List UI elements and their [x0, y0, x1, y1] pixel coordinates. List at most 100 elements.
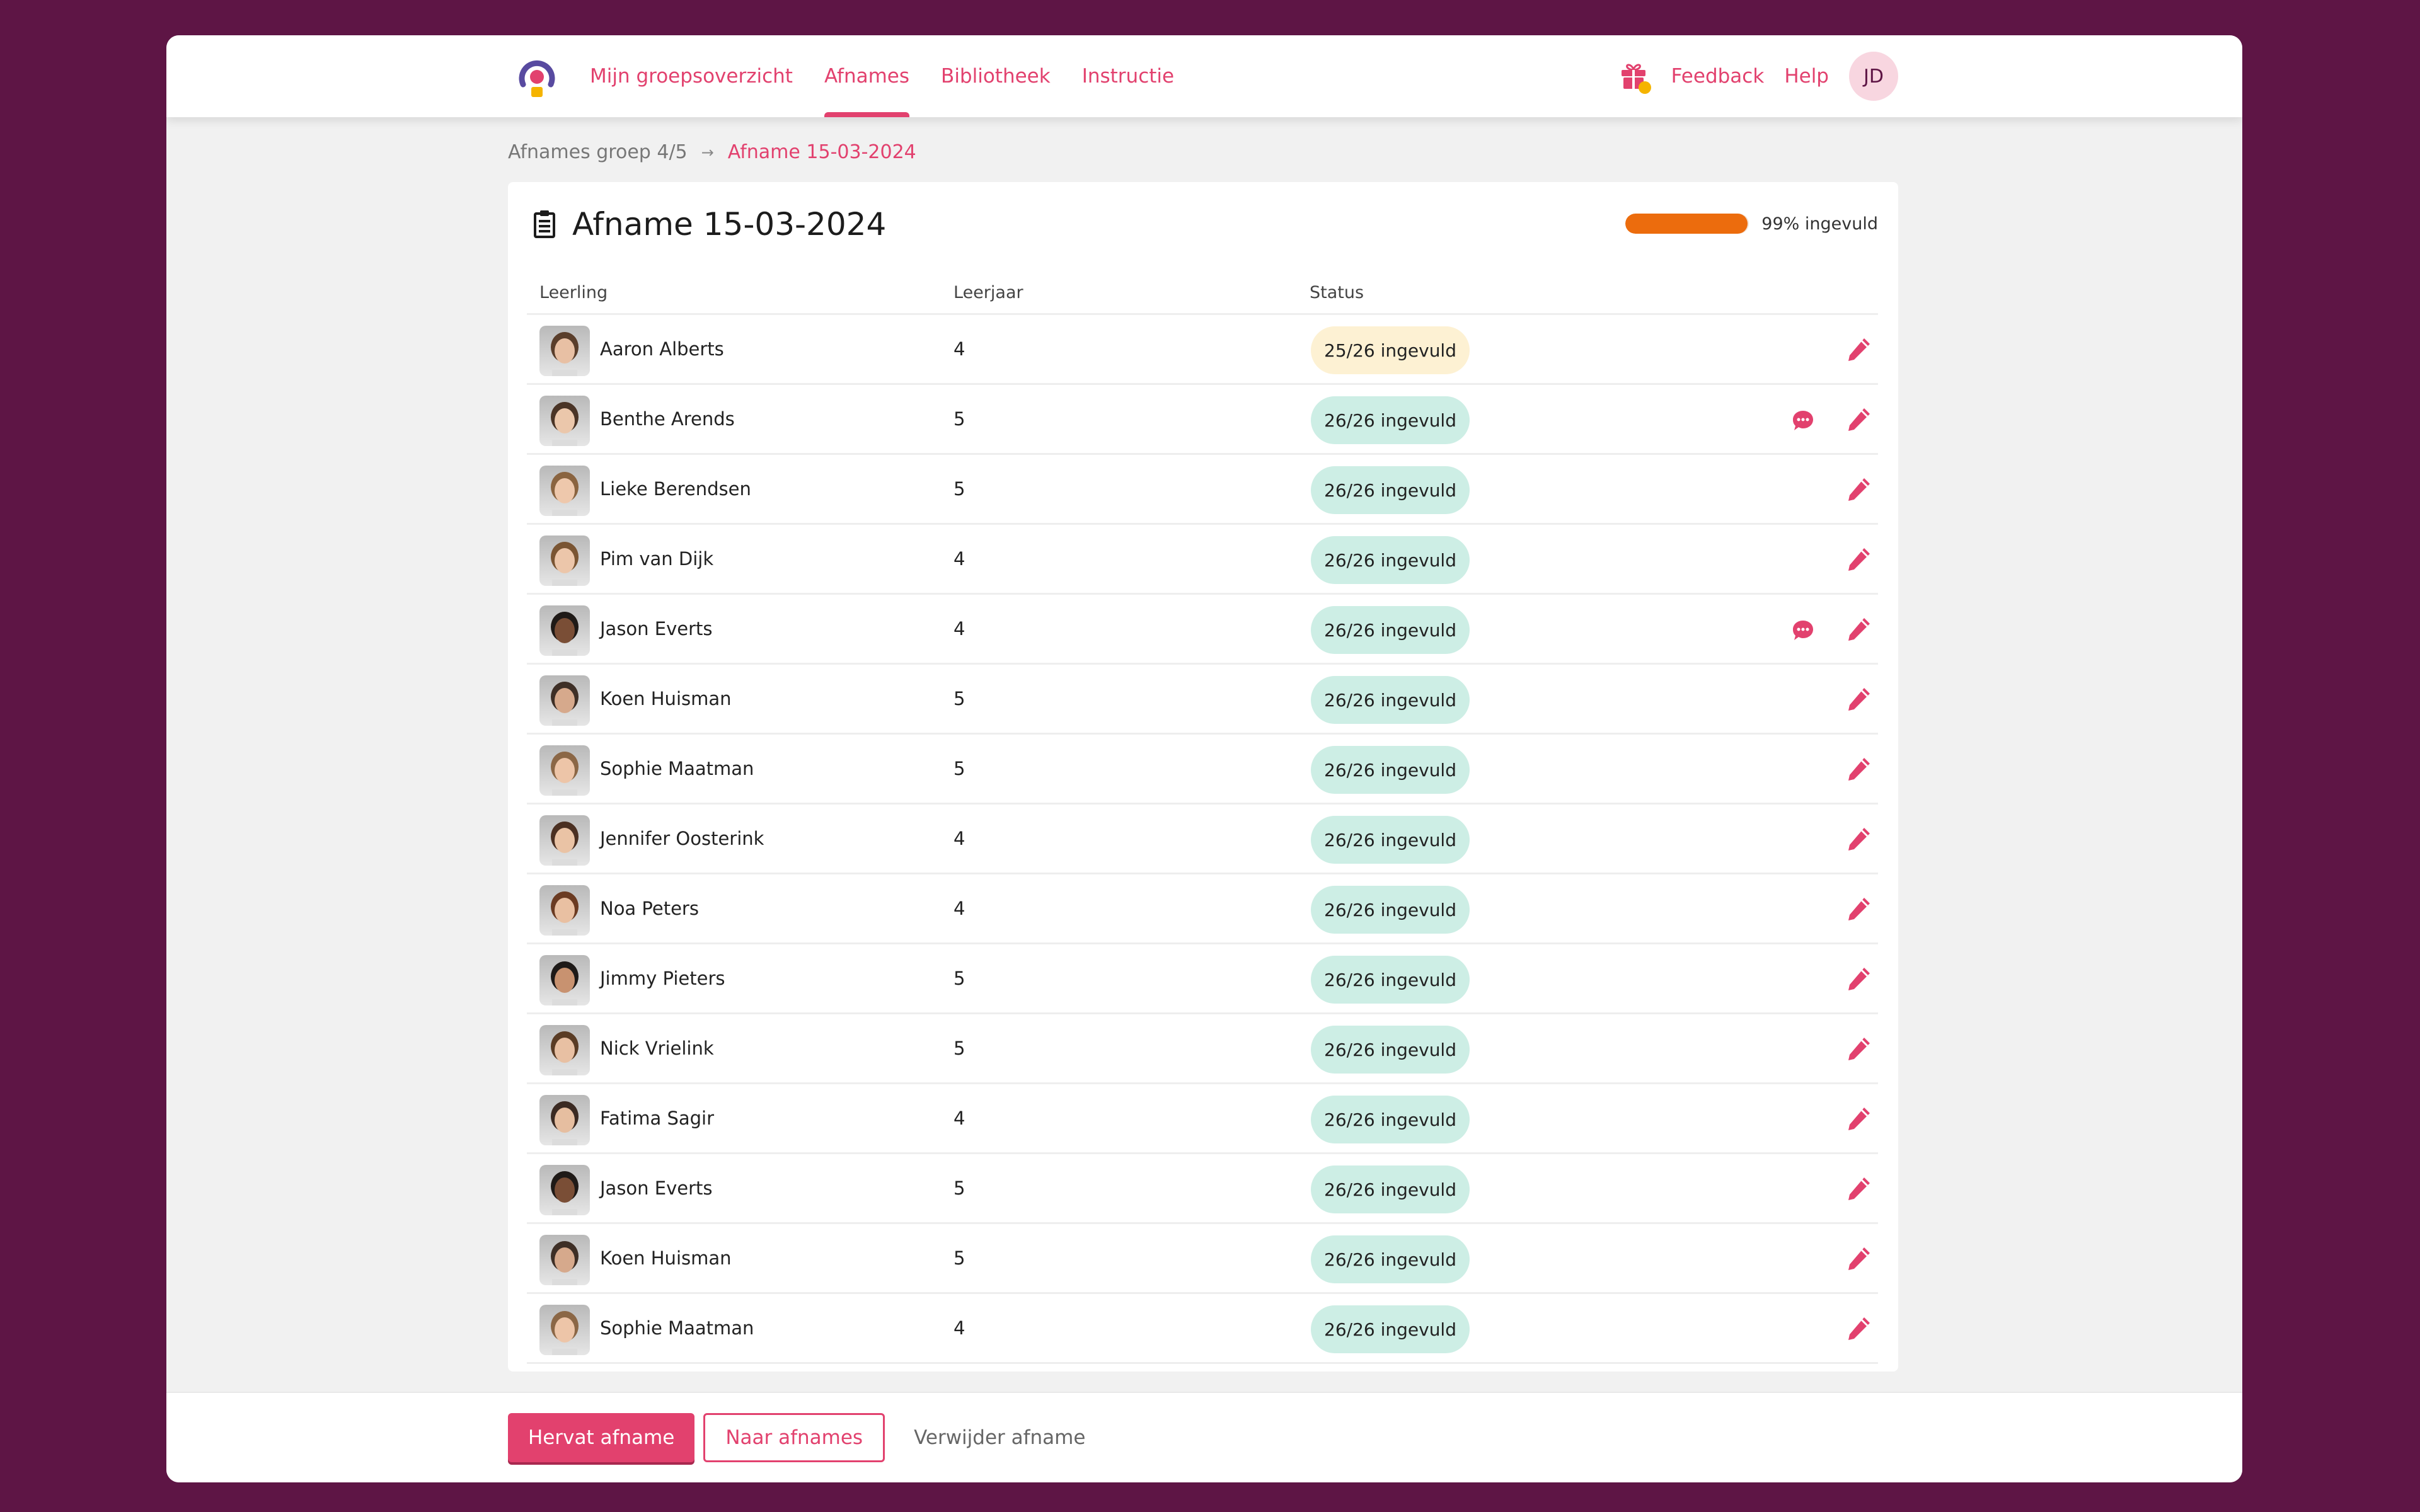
student-year: 5 — [954, 1038, 965, 1059]
student-name: Jason Everts — [600, 1177, 713, 1199]
completion-progress: 99% ingevuld — [1625, 214, 1878, 234]
student-photo — [539, 1165, 590, 1215]
table-row[interactable]: Koen Huisman 5 26/26 ingevuld — [527, 1224, 1878, 1294]
edit-pencil-icon[interactable] — [1845, 616, 1872, 643]
student-photo — [539, 605, 590, 656]
nav-instructie[interactable]: Instructie — [1082, 35, 1174, 117]
student-name: Jason Everts — [600, 618, 713, 639]
status-badge: 26/26 ingevuld — [1311, 676, 1470, 724]
student-year: 5 — [954, 1247, 965, 1269]
user-avatar[interactable]: JD — [1849, 52, 1898, 101]
students-table: Leerling Leerjaar Status Aaron Alberts 4… — [527, 272, 1878, 1364]
nav-afnames[interactable]: Afnames — [824, 35, 910, 117]
table-row[interactable]: Jason Everts 4 26/26 ingevuld — [527, 595, 1878, 665]
column-header-leerjaar: Leerjaar — [954, 282, 1023, 302]
table-row[interactable]: Jason Everts 5 26/26 ingevuld — [527, 1154, 1878, 1224]
edit-pencil-icon[interactable] — [1845, 1106, 1872, 1132]
student-photo — [539, 885, 590, 936]
edit-pencil-icon[interactable] — [1845, 1315, 1872, 1342]
progress-label: 99% ingevuld — [1761, 214, 1878, 234]
student-year: 5 — [954, 968, 965, 989]
student-year: 5 — [954, 1177, 965, 1199]
edit-pencil-icon[interactable] — [1845, 1036, 1872, 1062]
student-name: Lieke Berendsen — [600, 478, 751, 500]
student-photo — [539, 326, 590, 376]
student-photo — [539, 815, 590, 866]
table-row[interactable]: Lieke Berendsen 5 26/26 ingevuld — [527, 455, 1878, 525]
student-photo — [539, 1235, 590, 1285]
student-name: Jennifer Oosterink — [600, 828, 764, 849]
table-row[interactable]: Pim van Dijk 4 26/26 ingevuld — [527, 525, 1878, 595]
table-row[interactable]: Fatima Sagir 4 26/26 ingevuld — [527, 1084, 1878, 1154]
status-badge: 26/26 ingevuld — [1311, 536, 1470, 584]
progress-bar — [1625, 214, 1749, 234]
student-year: 5 — [954, 688, 965, 709]
edit-pencil-icon[interactable] — [1845, 546, 1872, 573]
delete-afname-button[interactable]: Verwijder afname — [894, 1413, 1105, 1462]
student-name: Benthe Arends — [600, 408, 735, 430]
student-name: Sophie Maatman — [600, 758, 754, 779]
table-row[interactable]: Sophie Maatman 5 26/26 ingevuld — [527, 735, 1878, 805]
resume-afname-button[interactable]: Hervat afname — [508, 1413, 695, 1462]
table-row[interactable]: Jimmy Pieters 5 26/26 ingevuld — [527, 944, 1878, 1014]
edit-pencil-icon[interactable] — [1845, 1246, 1872, 1272]
table-row[interactable]: Koen Huisman 5 26/26 ingevuld — [527, 665, 1878, 735]
table-row[interactable]: Benthe Arends 5 26/26 ingevuld — [527, 385, 1878, 455]
student-photo — [539, 955, 590, 1005]
student-name: Aaron Alberts — [600, 338, 724, 360]
app-window: Mijn groepsoverzicht Afnames Bibliotheek… — [166, 35, 2242, 1482]
status-badge: 26/26 ingevuld — [1311, 1026, 1470, 1074]
breadcrumb-current: Afname 15-03-2024 — [727, 141, 916, 163]
kijk-logo-icon[interactable] — [516, 55, 558, 100]
status-badge: 26/26 ingevuld — [1311, 886, 1470, 934]
student-year: 4 — [954, 338, 965, 360]
student-name: Koen Huisman — [600, 1247, 732, 1269]
table-row[interactable]: Noa Peters 4 26/26 ingevuld — [527, 874, 1878, 944]
table-row[interactable]: Sophie Maatman 4 26/26 ingevuld — [527, 1294, 1878, 1364]
table-row[interactable]: Aaron Alberts 4 25/26 ingevuld — [527, 315, 1878, 385]
to-afnames-button[interactable]: Naar afnames — [703, 1413, 885, 1462]
table-row[interactable]: Nick Vrielink 5 26/26 ingevuld — [527, 1014, 1878, 1084]
status-badge: 25/26 ingevuld — [1311, 326, 1470, 374]
edit-pencil-icon[interactable] — [1845, 966, 1872, 992]
status-badge: 26/26 ingevuld — [1311, 606, 1470, 654]
feedback-link[interactable]: Feedback — [1671, 65, 1765, 88]
student-year: 4 — [954, 898, 965, 919]
student-year: 4 — [954, 618, 965, 639]
student-name: Fatima Sagir — [600, 1108, 715, 1129]
gift-button[interactable] — [1620, 62, 1651, 94]
status-badge: 26/26 ingevuld — [1311, 1235, 1470, 1283]
student-photo — [539, 466, 590, 516]
edit-pencil-icon[interactable] — [1845, 336, 1872, 363]
comment-icon[interactable] — [1791, 409, 1815, 433]
column-header-leerling: Leerling — [539, 282, 608, 302]
table-row[interactable]: Jennifer Oosterink 4 26/26 ingevuld — [527, 805, 1878, 874]
breadcrumb-parent[interactable]: Afnames groep 4/5 — [508, 141, 688, 163]
edit-pencil-icon[interactable] — [1845, 896, 1872, 922]
student-year: 4 — [954, 1317, 965, 1339]
student-photo — [539, 675, 590, 726]
student-name: Jimmy Pieters — [600, 968, 725, 989]
edit-pencil-icon[interactable] — [1845, 406, 1872, 433]
edit-pencil-icon[interactable] — [1845, 476, 1872, 503]
nav-mijn-groepsoverzicht[interactable]: Mijn groepsoverzicht — [590, 35, 793, 117]
status-badge: 26/26 ingevuld — [1311, 396, 1470, 444]
notification-dot — [1638, 81, 1651, 94]
utility-nav: Feedback Help JD — [1620, 35, 1898, 117]
nav-bibliotheek[interactable]: Bibliotheek — [941, 35, 1051, 117]
edit-pencil-icon[interactable] — [1845, 826, 1872, 852]
comment-icon[interactable] — [1791, 619, 1815, 643]
status-badge: 26/26 ingevuld — [1311, 1096, 1470, 1143]
student-year: 4 — [954, 1108, 965, 1129]
edit-pencil-icon[interactable] — [1845, 686, 1872, 713]
help-link[interactable]: Help — [1784, 65, 1829, 88]
student-year: 5 — [954, 478, 965, 500]
student-photo — [539, 745, 590, 796]
card-header: Afname 15-03-2024 — [533, 206, 886, 243]
edit-pencil-icon[interactable] — [1845, 756, 1872, 782]
edit-pencil-icon[interactable] — [1845, 1176, 1872, 1202]
status-badge: 26/26 ingevuld — [1311, 816, 1470, 864]
status-badge: 26/26 ingevuld — [1311, 956, 1470, 1004]
student-year: 5 — [954, 758, 965, 779]
student-name: Pim van Dijk — [600, 548, 714, 570]
